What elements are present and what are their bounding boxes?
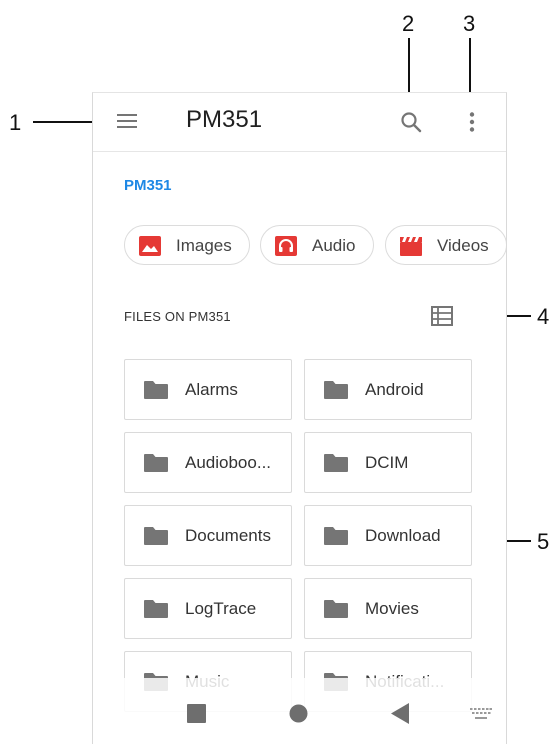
image-icon <box>138 234 162 258</box>
square-recents-icon[interactable] <box>187 704 206 723</box>
chip-videos[interactable]: Videos <box>385 225 506 265</box>
folder-name: Audioboo... <box>185 453 272 472</box>
folder-icon <box>323 453 349 473</box>
folder-name: Android <box>365 380 424 399</box>
folder-icon <box>323 380 349 400</box>
list-view-icon[interactable] <box>431 306 453 326</box>
callout-number-1: 1 <box>9 110 22 135</box>
search-icon[interactable] <box>399 110 423 134</box>
folder-icon <box>323 526 349 546</box>
keyboard-icon[interactable] <box>470 707 492 719</box>
app-bar: PM351 <box>93 93 506 152</box>
app-title: PM351 <box>186 106 263 133</box>
breadcrumb[interactable]: PM351 <box>124 177 172 194</box>
callout-number-5: 5 <box>537 529 550 554</box>
folder-name: Download <box>365 526 441 545</box>
circle-home-icon[interactable] <box>289 704 308 723</box>
folder-name: DCIM <box>365 453 409 472</box>
folder-name: Documents <box>185 526 271 545</box>
folder-item[interactable]: DCIM <box>304 432 472 493</box>
folder-icon <box>143 526 169 546</box>
triangle-back-icon[interactable] <box>391 703 411 724</box>
phone-screen: PM351 PM351 Images Audio Videos FILES ON… <box>92 92 507 744</box>
folder-item[interactable]: Documents <box>124 505 292 566</box>
section-title: FILES ON PM351 <box>124 309 231 324</box>
hamburger-menu-icon[interactable] <box>115 111 139 131</box>
folder-item[interactable]: Download <box>304 505 472 566</box>
clapperboard-icon <box>399 234 423 258</box>
callout-number-4: 4 <box>537 304 550 329</box>
folder-icon <box>143 599 169 619</box>
callout-number-2: 2 <box>402 11 415 36</box>
callout-line-3 <box>469 38 471 96</box>
folder-name: LogTrace <box>185 599 257 618</box>
folder-item[interactable]: LogTrace <box>124 578 292 639</box>
folder-icon <box>143 453 169 473</box>
folder-item[interactable]: Audioboo... <box>124 432 292 493</box>
chip-audio[interactable]: Audio <box>260 225 374 265</box>
chip-images[interactable]: Images <box>124 225 250 265</box>
chip-label: Videos <box>437 236 489 255</box>
folder-item[interactable]: Movies <box>304 578 472 639</box>
callout-number-3: 3 <box>463 11 476 36</box>
folder-item[interactable]: Alarms <box>124 359 292 420</box>
headphones-icon <box>274 234 298 258</box>
more-vertical-icon[interactable] <box>460 110 484 134</box>
system-nav-bar <box>93 678 506 744</box>
folder-name: Movies <box>365 599 419 618</box>
folder-icon <box>143 380 169 400</box>
folder-item[interactable]: Android <box>304 359 472 420</box>
chip-label: Audio <box>312 236 356 255</box>
folder-icon <box>323 599 349 619</box>
callout-line-2 <box>408 38 410 96</box>
folder-name: Alarms <box>185 380 238 399</box>
chip-label: Images <box>176 236 232 255</box>
